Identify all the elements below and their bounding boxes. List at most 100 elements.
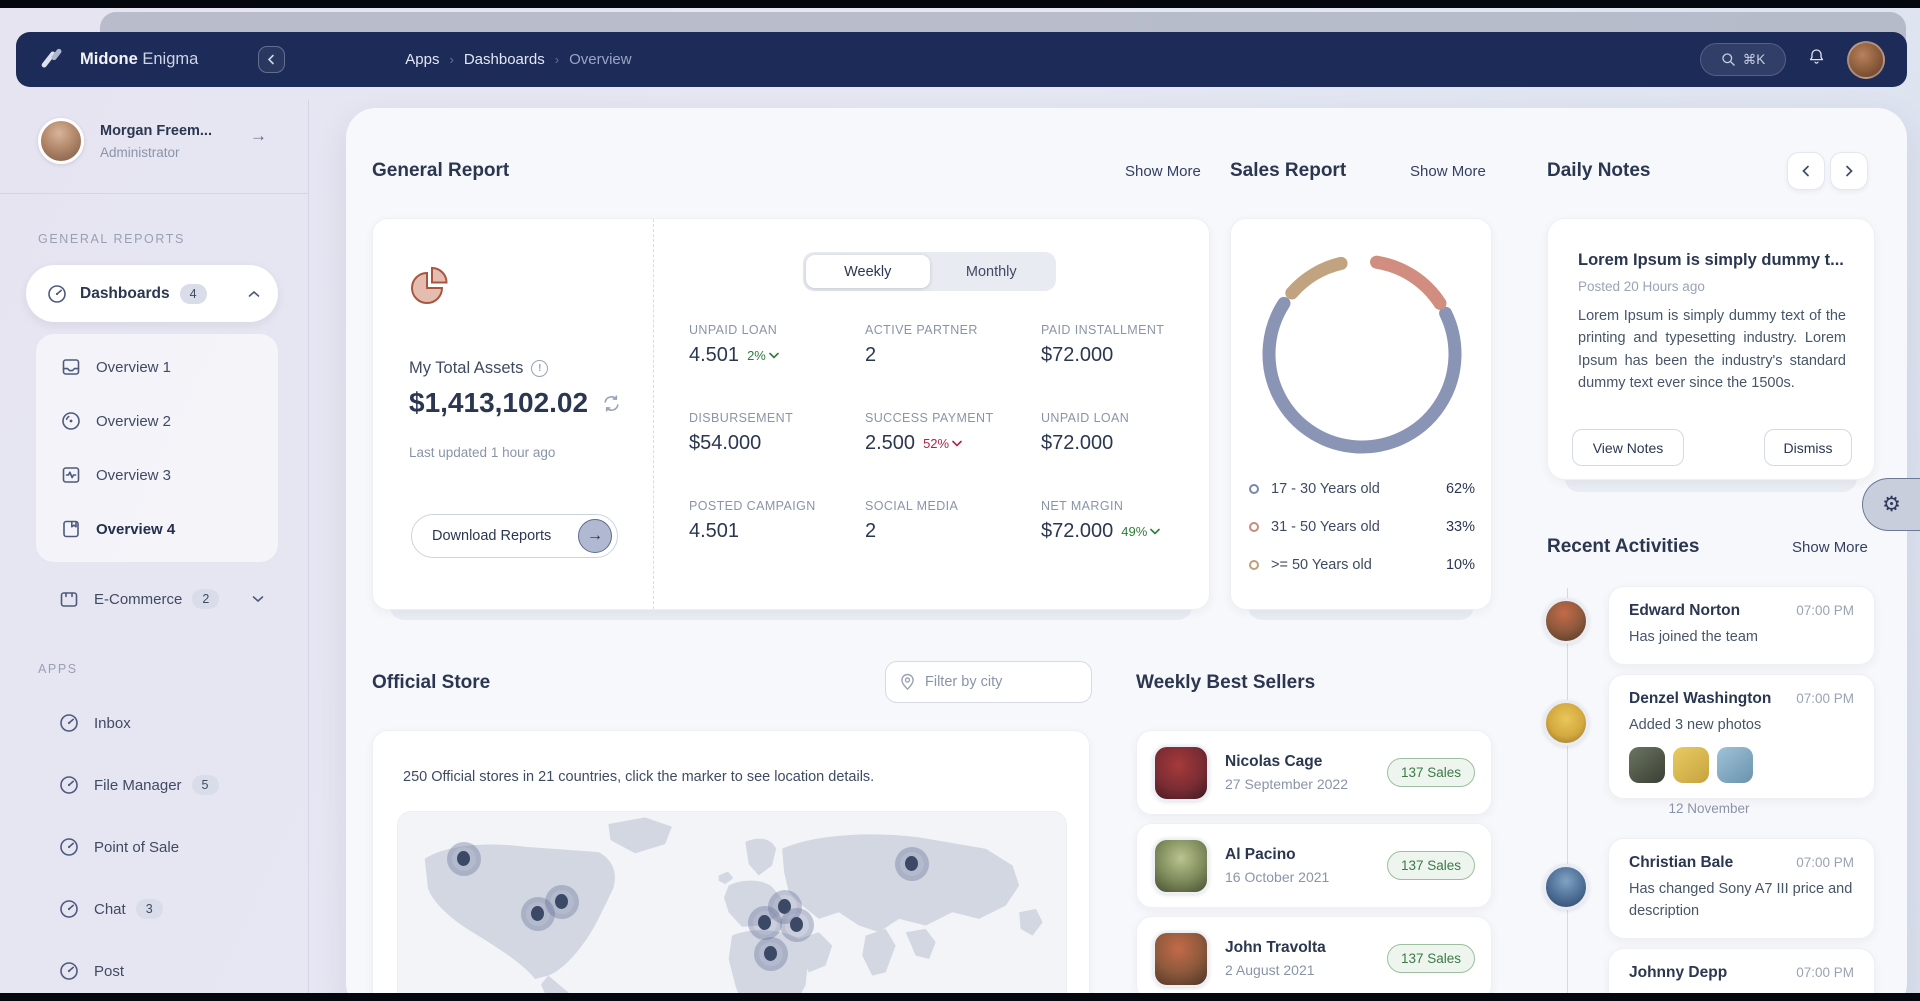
- stat-unpaid-loan-2: UNPAID LOAN $72.000: [1041, 411, 1191, 455]
- stat-delta: 49%: [1121, 524, 1160, 539]
- breadcrumb-overview: Overview: [569, 51, 632, 68]
- notifications-button[interactable]: [1806, 46, 1827, 73]
- sidebar-item-label: Overview 2: [96, 413, 171, 430]
- inbox-icon: [60, 356, 82, 378]
- official-store-card: 250 Official stores in 21 countries, cli…: [372, 730, 1090, 1001]
- activities-date-divider: 12 November: [1543, 801, 1875, 816]
- sidebar-item-overview-3[interactable]: Overview 3: [36, 448, 278, 502]
- activity-icon: [60, 464, 82, 486]
- sidebar-item-point-of-sale[interactable]: Point of Sale: [32, 824, 278, 870]
- download-reports-button[interactable]: Download Reports →: [411, 514, 618, 558]
- activity-description: Added 3 new photos: [1629, 715, 1854, 737]
- legend-item: 31 - 50 Years old 33%: [1249, 519, 1475, 535]
- stat-delta: 52%: [923, 436, 962, 451]
- seller-date: 2 August 2021: [1225, 962, 1326, 978]
- seller-name: John Travolta: [1225, 939, 1326, 957]
- section-label-general-reports: GENERAL REPORTS: [38, 232, 185, 246]
- tab-weekly[interactable]: Weekly: [806, 255, 930, 288]
- sidebar-item-overview-1[interactable]: Overview 1: [36, 340, 278, 394]
- gauge-icon: [58, 774, 80, 796]
- store-map-marker[interactable]: [754, 937, 788, 971]
- sidebar-item-file-manager[interactable]: File Manager 5: [32, 762, 278, 808]
- chevron-down-icon: [952, 440, 962, 447]
- sales-report-show-more[interactable]: Show More: [1410, 163, 1486, 180]
- recent-activities-show-more[interactable]: Show More: [1792, 539, 1868, 556]
- chat-count-badge: 3: [136, 899, 163, 919]
- dismiss-button[interactable]: Dismiss: [1764, 429, 1852, 466]
- note-title: Lorem Ipsum is simply dummy t...: [1578, 251, 1848, 270]
- tab-monthly[interactable]: Monthly: [930, 255, 1054, 288]
- seller-date: 16 October 2021: [1225, 869, 1329, 885]
- profile-avatar[interactable]: [38, 118, 84, 164]
- seller-card: John Travolta 2 August 2021 137 Sales: [1136, 916, 1492, 1001]
- stat-unpaid-loan: UNPAID LOAN 4.501 2%: [689, 323, 865, 367]
- recent-activities-title: Recent Activities: [1547, 536, 1699, 558]
- store-map-marker[interactable]: [447, 842, 481, 876]
- notes-next-button[interactable]: [1830, 152, 1868, 190]
- search-button[interactable]: ⌘K: [1700, 43, 1786, 76]
- legend-value: 62%: [1446, 481, 1475, 497]
- stat-active-partner: ACTIVE PARTNER 2: [865, 323, 1041, 367]
- photo-thumbnail[interactable]: [1629, 747, 1665, 783]
- bell-icon: [1806, 46, 1827, 68]
- seller-name: Al Pacino: [1225, 846, 1329, 864]
- sidebar-item-overview-4[interactable]: Overview 4: [36, 502, 278, 556]
- stat-posted-campaign: POSTED CAMPAIGN 4.501: [689, 499, 865, 543]
- seller-card: Nicolas Cage 27 September 2022 137 Sales: [1136, 730, 1492, 815]
- sidebar-item-post[interactable]: Post: [32, 948, 278, 994]
- settings-fab-button[interactable]: ⚙: [1862, 478, 1920, 531]
- search-shortcut-label: ⌘K: [1743, 52, 1766, 68]
- activity-time: 07:00 PM: [1796, 965, 1854, 980]
- sidebar-item-ecommerce[interactable]: E-Commerce 2: [32, 576, 278, 622]
- world-map[interactable]: [397, 811, 1067, 1001]
- filter-by-city-input[interactable]: [925, 674, 1065, 690]
- info-icon[interactable]: !: [531, 360, 548, 377]
- sidebar-item-label: Point of Sale: [94, 839, 179, 856]
- filter-by-city-field[interactable]: [885, 661, 1092, 703]
- sidebar-item-overview-2[interactable]: Overview 2: [36, 394, 278, 448]
- refresh-icon[interactable]: [602, 394, 621, 413]
- assets-label-row: My Total Assets !: [409, 359, 548, 378]
- sidebar-item-label: Inbox: [94, 715, 131, 732]
- breadcrumb-dashboards[interactable]: Dashboards: [464, 51, 545, 68]
- general-report-show-more[interactable]: Show More: [1125, 163, 1201, 180]
- view-notes-button[interactable]: View Notes: [1572, 429, 1684, 466]
- activity-description: Has joined the team: [1629, 627, 1854, 649]
- sidebar-item-chat[interactable]: Chat 3: [32, 886, 278, 932]
- file-manager-count-badge: 5: [192, 775, 219, 795]
- chevron-right-icon: [1844, 165, 1854, 177]
- sidebar-item-dashboards[interactable]: Dashboards 4: [26, 265, 278, 322]
- assets-label: My Total Assets: [409, 359, 523, 378]
- activity-name: Denzel Washington: [1629, 690, 1771, 708]
- chevron-left-icon: [1801, 165, 1811, 177]
- stat-paid-installment: PAID INSTALLMENT $72.000: [1041, 323, 1191, 367]
- assets-value: $1,413,102.02: [409, 387, 588, 419]
- legend-item: 17 - 30 Years old 62%: [1249, 481, 1475, 497]
- note-body: Lorem Ipsum is simply dummy text of the …: [1578, 305, 1846, 395]
- sidebar-item-inbox[interactable]: Inbox: [32, 700, 278, 746]
- sidebar-collapse-button[interactable]: [258, 46, 285, 73]
- activity-name: Edward Norton: [1629, 602, 1740, 620]
- store-map-marker[interactable]: [780, 908, 814, 942]
- section-label-apps: APPS: [38, 662, 78, 676]
- gear-icon: ⚙: [1882, 492, 1901, 517]
- sales-report-title: Sales Report: [1230, 160, 1346, 182]
- user-avatar[interactable]: [1847, 41, 1885, 79]
- photo-thumbnail[interactable]: [1673, 747, 1709, 783]
- sidebar-item-label: Chat: [94, 901, 126, 918]
- top-window-strip: [0, 0, 1920, 8]
- profile-arrow-icon[interactable]: →: [250, 126, 267, 146]
- legend-value: 33%: [1446, 519, 1475, 535]
- sidebar-item-label: Post: [94, 963, 124, 980]
- store-map-marker[interactable]: [545, 885, 579, 919]
- age-donut-chart: [1251, 243, 1473, 465]
- breadcrumb: Apps › Dashboards › Overview: [405, 51, 631, 68]
- notes-prev-button[interactable]: [1787, 152, 1825, 190]
- sidebar-item-label: Overview 4: [96, 521, 175, 538]
- breadcrumb-apps[interactable]: Apps: [405, 51, 439, 68]
- sales-count-badge: 137 Sales: [1387, 851, 1475, 880]
- gauge-icon: [58, 836, 80, 858]
- photo-thumbnail[interactable]: [1717, 747, 1753, 783]
- brand-title: Midone Enigma: [80, 50, 198, 69]
- activity-name: Johnny Depp: [1629, 964, 1727, 982]
